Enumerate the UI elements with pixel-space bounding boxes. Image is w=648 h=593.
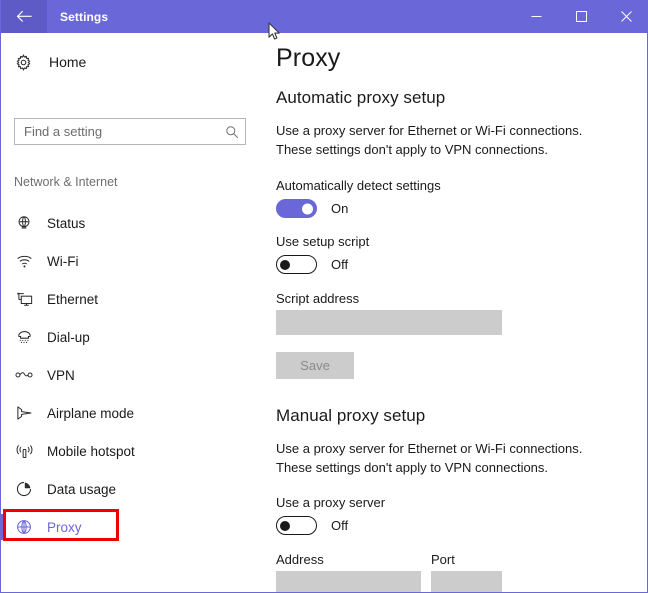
use-setup-script-state: Off — [331, 257, 349, 272]
use-a-proxy-server-toggle[interactable]: Off — [276, 516, 348, 535]
sidebar-item-ethernet-label: Ethernet — [47, 291, 99, 307]
sidebar-item-data-usage-label: Data usage — [47, 481, 117, 497]
automatic-proxy-setup-description: Use a proxy server for Ethernet or Wi-Fi… — [276, 123, 583, 157]
toggle-switch-off[interactable] — [276, 255, 317, 274]
sidebar-item-wifi-label: Wi-Fi — [47, 253, 79, 269]
auto-detect-settings-toggle[interactable]: On — [276, 199, 348, 218]
sidebar-item-home-label: Home — [49, 54, 87, 70]
main-content: Proxy Automatic proxy setup Use a proxy … — [263, 33, 647, 592]
port-label: Port — [431, 552, 455, 567]
toggle-knob — [280, 520, 290, 531]
port-input[interactable] — [431, 571, 502, 592]
search-input[interactable]: Find a setting — [14, 118, 246, 145]
sidebar-item-airplane-mode-label: Airplane mode — [47, 405, 135, 421]
address-label: Address — [276, 552, 324, 567]
sidebar-item-vpn-label: VPN — [47, 367, 75, 383]
wifi-icon — [13, 254, 35, 269]
back-button[interactable] — [1, 0, 47, 33]
sidebar-item-proxy[interactable]: Proxy — [1, 508, 263, 546]
page-title: Proxy — [276, 44, 341, 72]
save-button[interactable]: Save — [276, 352, 354, 379]
sidebar-item-dialup-label: Dial-up — [47, 329, 90, 345]
maximize-icon — [576, 11, 587, 22]
gear-icon — [15, 53, 41, 71]
pie-chart-icon — [13, 481, 35, 497]
sidebar-item-mobile-hotspot-label: Mobile hotspot — [47, 443, 135, 459]
maximize-button[interactable] — [559, 0, 604, 33]
sidebar-section-heading: Network & Internet — [14, 175, 118, 189]
search-icon — [225, 125, 239, 139]
back-arrow-icon — [16, 10, 32, 23]
minimize-button[interactable] — [514, 0, 559, 33]
sidebar-item-wifi[interactable]: Wi-Fi — [1, 242, 263, 280]
address-input[interactable] — [276, 571, 421, 592]
sidebar-item-home[interactable]: Home — [1, 45, 263, 79]
globe-icon — [13, 519, 35, 535]
sidebar-item-status-label: Status — [47, 215, 86, 231]
minimize-icon — [531, 11, 542, 22]
sidebar-item-airplane-mode[interactable]: Airplane mode — [1, 394, 263, 432]
globe-status-icon — [13, 215, 35, 231]
vpn-icon — [13, 369, 35, 381]
use-setup-script-toggle[interactable]: Off — [276, 255, 348, 274]
sidebar-item-vpn[interactable]: VPN — [1, 356, 263, 394]
toggle-switch-on[interactable] — [276, 199, 317, 218]
ethernet-icon — [13, 292, 35, 307]
auto-detect-settings-label: Automatically detect settings — [276, 178, 441, 193]
sidebar-item-proxy-label: Proxy — [47, 519, 82, 535]
script-address-input[interactable] — [276, 310, 502, 335]
manual-proxy-setup-heading: Manual proxy setup — [276, 406, 426, 425]
use-setup-script-label: Use setup script — [276, 234, 370, 249]
toggle-knob — [280, 259, 290, 270]
airplane-icon — [13, 405, 35, 421]
sidebar-item-mobile-hotspot[interactable]: Mobile hotspot — [1, 432, 263, 470]
title-bar: Settings — [1, 0, 647, 33]
script-address-label: Script address — [276, 291, 360, 306]
sidebar-item-status[interactable]: Status — [1, 204, 263, 242]
window-title: Settings — [60, 9, 109, 24]
window-controls — [514, 0, 647, 33]
search-placeholder: Find a setting — [24, 124, 103, 139]
use-a-proxy-server-label: Use a proxy server — [276, 495, 386, 510]
manual-proxy-setup-description: Use a proxy server for Ethernet or Wi-Fi… — [276, 441, 583, 475]
use-a-proxy-server-state: Off — [331, 518, 349, 533]
close-button[interactable] — [604, 0, 647, 33]
toggle-knob — [302, 203, 313, 214]
auto-detect-settings-state: On — [331, 201, 349, 216]
sidebar-item-data-usage[interactable]: Data usage — [1, 470, 263, 508]
dialup-phone-icon — [13, 330, 35, 344]
sidebar: Home Find a setting Network & Internet S… — [1, 33, 263, 592]
hotspot-icon — [13, 444, 35, 459]
toggle-switch-off[interactable] — [276, 516, 317, 535]
automatic-proxy-setup-heading: Automatic proxy setup — [276, 88, 446, 107]
sidebar-item-ethernet[interactable]: Ethernet — [1, 280, 263, 318]
sidebar-item-dialup[interactable]: Dial-up — [1, 318, 263, 356]
settings-window: Settings Home Find a setting Network & I… — [0, 0, 648, 593]
close-icon — [621, 11, 632, 22]
